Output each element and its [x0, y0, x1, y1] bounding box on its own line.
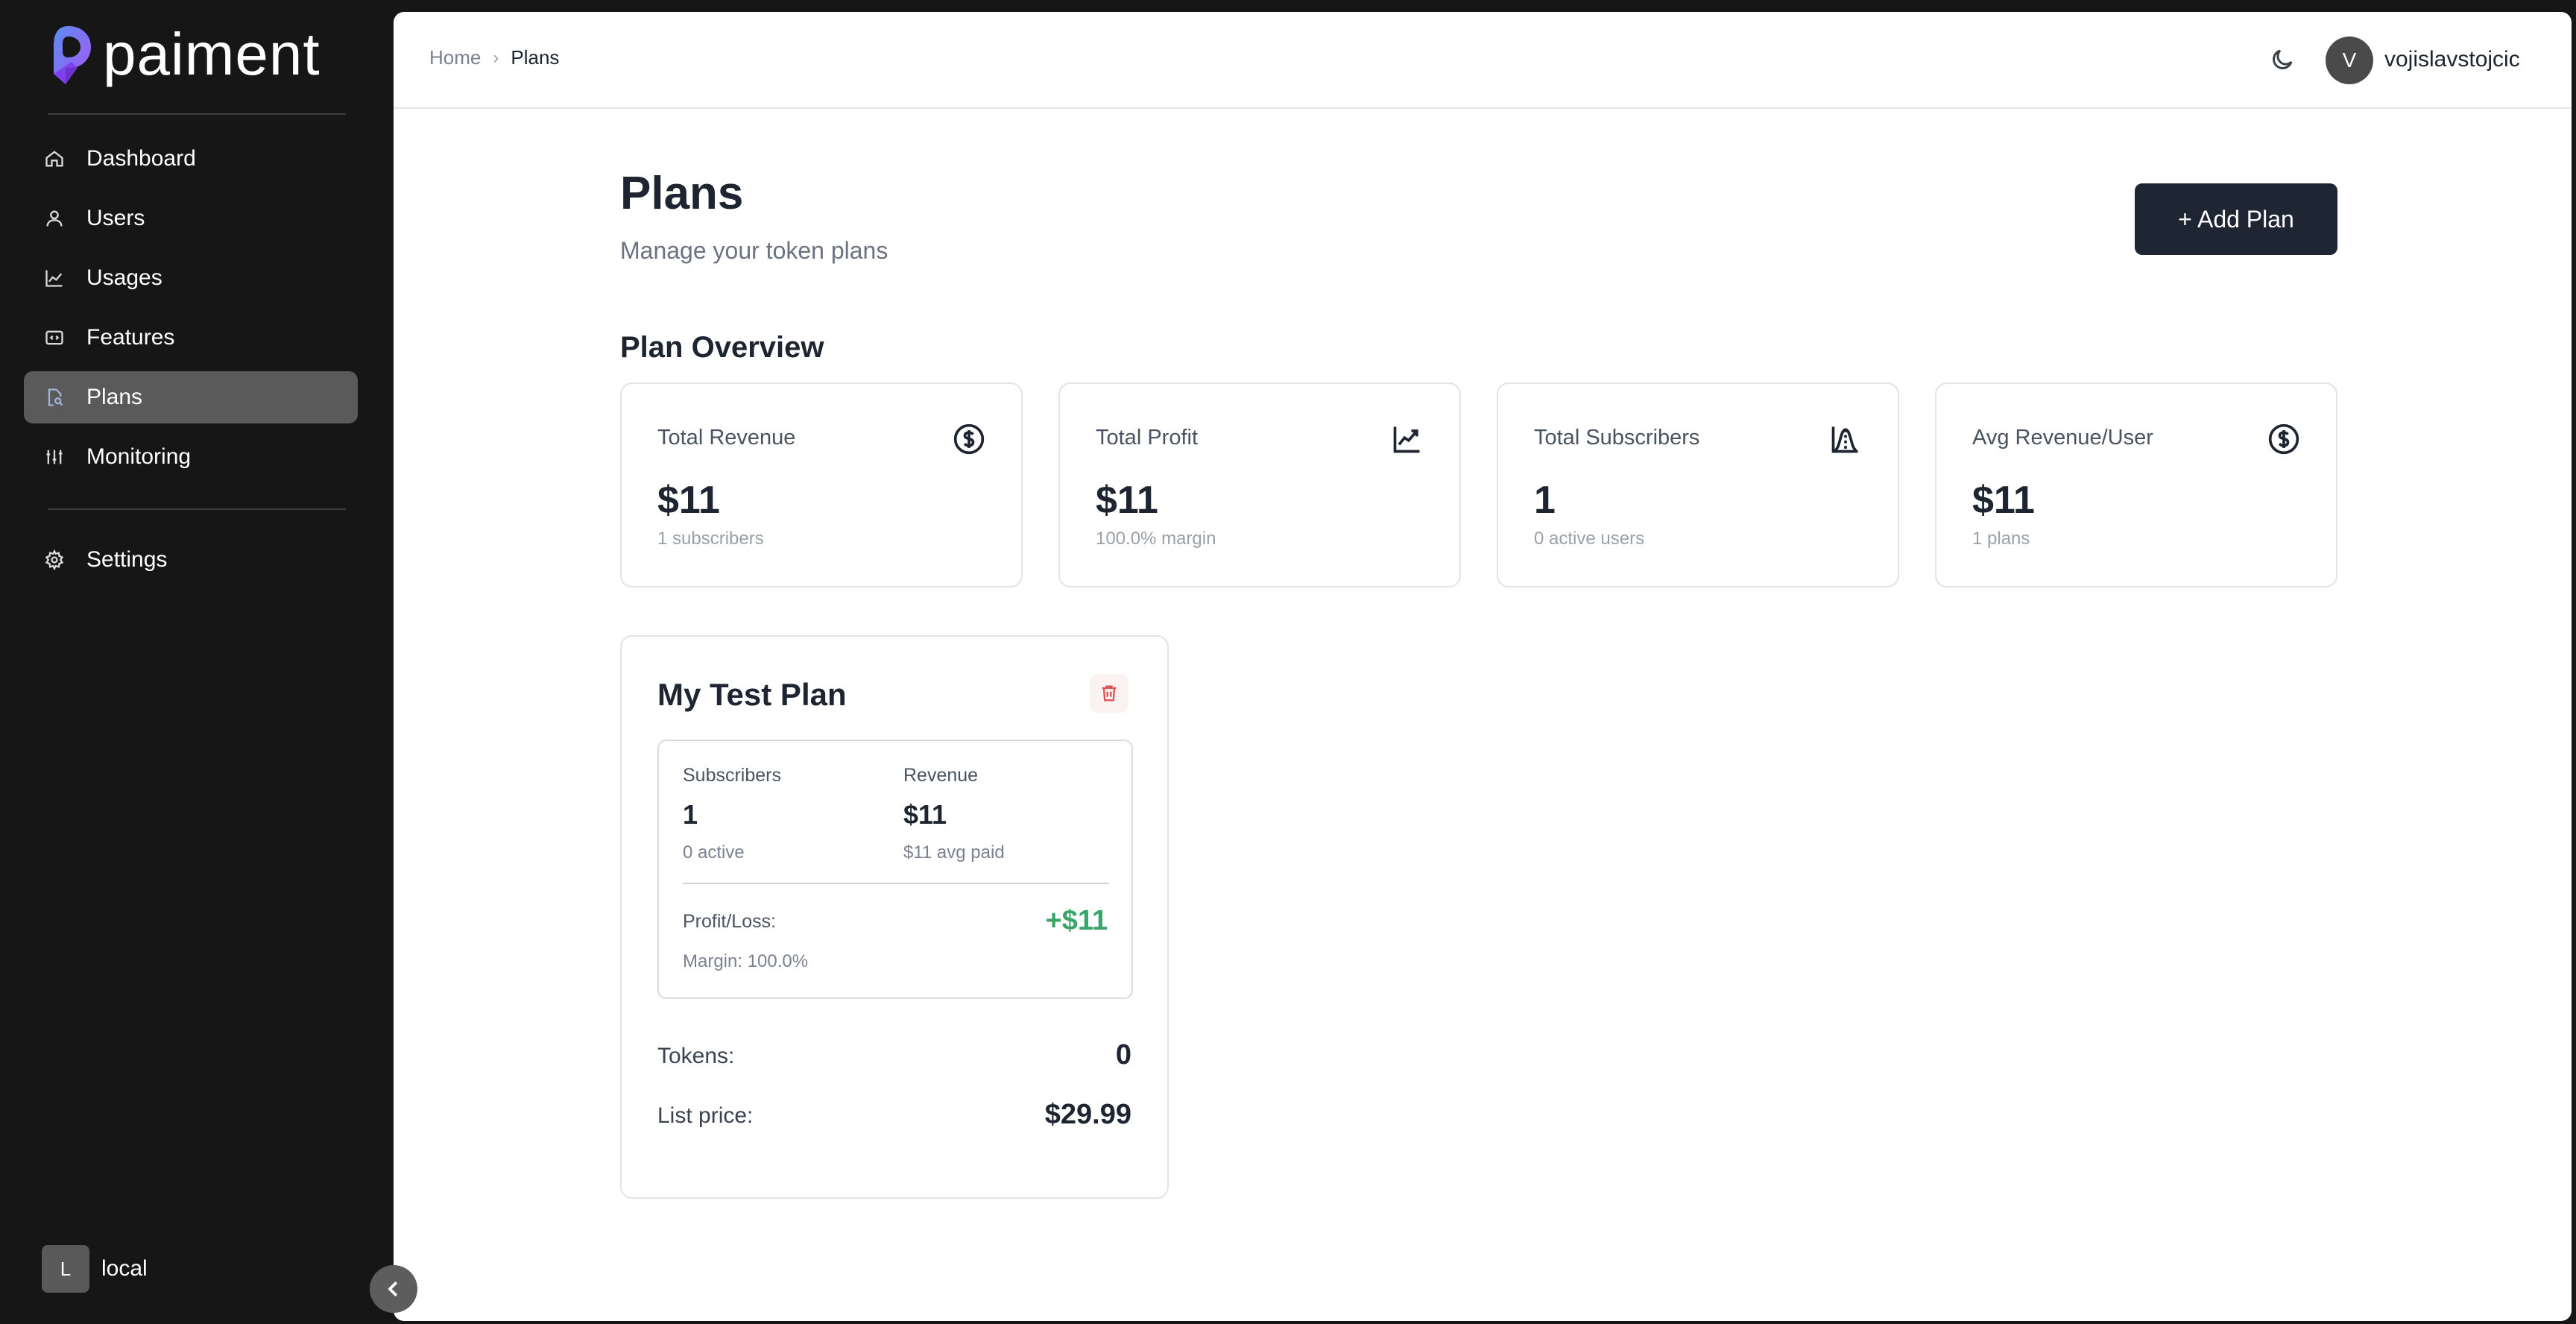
plan-metrics-box: Subscribers 1 0 active Revenue $11 $11 a…: [657, 740, 1133, 999]
sidebar-item-plans[interactable]: Plans: [24, 371, 358, 423]
overview-title: Plan Overview: [620, 331, 824, 364]
workspace-switcher[interactable]: L local: [42, 1245, 148, 1293]
sidebar-item-monitoring[interactable]: Monitoring: [24, 431, 358, 483]
stat-subtext: 0 active users: [1534, 529, 1645, 549]
brand-logo[interactable]: paiment: [43, 21, 321, 88]
workspace-avatar: L: [42, 1245, 89, 1293]
breadcrumb-separator: ›: [493, 47, 499, 68]
stat-card-total-profit: Total Profit $11 100.0% margin: [1058, 382, 1461, 587]
sidebar-item-label: Features: [86, 325, 175, 350]
revenue-value: $11: [903, 799, 947, 830]
revenue-subtext: $11 avg paid: [903, 842, 1005, 863]
stat-value: $11: [1096, 479, 1158, 522]
list-price-value: $29.99: [1044, 1099, 1131, 1130]
breadcrumb-current: Plans: [511, 46, 560, 69]
tokens-value: 0: [1115, 1039, 1131, 1071]
sidebar-item-usages[interactable]: Usages: [24, 252, 358, 304]
breadcrumb: Home › Plans: [429, 46, 559, 69]
collapse-sidebar-button[interactable]: [370, 1265, 417, 1313]
stat-title: Total Subscribers: [1534, 426, 1700, 450]
sidebar-item-label: Monitoring: [86, 444, 192, 469]
bell-curve-icon: [1829, 423, 1862, 455]
brand-name: paiment: [103, 21, 321, 87]
logo-mark-icon: [54, 26, 91, 84]
stat-value: $11: [1972, 479, 2035, 522]
sidebar-item-label: Settings: [86, 547, 168, 572]
stat-subtext: 100.0% margin: [1096, 529, 1216, 549]
stat-card-total-subscribers: Total Subscribers 1 0 active users: [1497, 382, 1899, 587]
sidebar: paiment Dashboard Users Usages Features …: [0, 0, 394, 1324]
main-content: Home › Plans V vojislavstojcic Plans Man…: [394, 12, 2572, 1321]
top-bar: Home › Plans V vojislavstojcic: [394, 12, 2572, 109]
profit-loss-label: Profit/Loss:: [683, 911, 777, 932]
user-icon: [43, 207, 66, 230]
chart-line-icon: [43, 267, 66, 289]
profit-loss-value: +$11: [1045, 905, 1108, 936]
stat-card-total-revenue: Total Revenue $11 1 subscribers: [620, 382, 1023, 587]
sidebar-item-users[interactable]: Users: [24, 192, 358, 245]
sidebar-item-label: Users: [86, 206, 145, 230]
add-plan-button[interactable]: + Add Plan: [2135, 183, 2337, 255]
home-icon: [43, 148, 66, 170]
file-search-icon: [43, 386, 66, 409]
user-avatar[interactable]: V: [2326, 37, 2373, 84]
stat-subtext: 1 plans: [1972, 529, 2030, 549]
delete-plan-button[interactable]: [1090, 674, 1128, 713]
trash-icon: [1102, 685, 1117, 702]
subscribers-subtext: 0 active: [683, 842, 745, 863]
sidebar-item-settings[interactable]: Settings: [24, 534, 358, 586]
margin-text: Margin: 100.0%: [683, 951, 809, 971]
sidebar-item-label: Plans: [86, 385, 143, 409]
workspace-name: local: [101, 1256, 148, 1281]
sliders-icon: [43, 446, 66, 468]
dollar-circle-icon: [2267, 423, 2300, 455]
user-name[interactable]: vojislavstojcic: [2384, 47, 2520, 72]
stat-card-avg-revenue-user: Avg Revenue/User $11 1 plans: [1935, 382, 2337, 587]
trending-up-icon: [1391, 423, 1424, 455]
stat-value: $11: [657, 479, 720, 522]
divider: [683, 883, 1109, 884]
list-price-label: List price:: [657, 1103, 754, 1128]
subscribers-value: 1: [683, 799, 698, 830]
stat-subtext: 1 subscribers: [657, 529, 764, 549]
dollar-circle-icon: [953, 423, 985, 455]
tokens-label: Tokens:: [657, 1044, 735, 1068]
plan-name: My Test Plan: [657, 677, 847, 712]
stat-title: Total Revenue: [657, 426, 796, 450]
plan-card[interactable]: My Test Plan Subscribers 1 0 active Reve…: [620, 635, 1169, 1199]
stat-title: Total Profit: [1096, 426, 1198, 450]
sidebar-item-label: Dashboard: [86, 146, 196, 171]
gear-icon: [43, 549, 66, 571]
page-title: Plans: [620, 168, 744, 219]
moon-icon: [2273, 49, 2293, 69]
sidebar-item-features[interactable]: Features: [24, 312, 358, 364]
stat-value: 1: [1534, 479, 1556, 522]
code-box-icon: [43, 327, 66, 349]
subscribers-label: Subscribers: [683, 765, 781, 786]
sidebar-item-label: Usages: [86, 265, 162, 290]
revenue-label: Revenue: [903, 765, 979, 786]
stat-title: Avg Revenue/User: [1972, 426, 2153, 450]
chevron-left-icon: [388, 1281, 398, 1297]
page-subtitle: Manage your token plans: [620, 237, 888, 264]
sidebar-item-dashboard[interactable]: Dashboard: [24, 133, 358, 185]
sidebar-divider: [48, 508, 346, 510]
breadcrumb-home-link[interactable]: Home: [429, 46, 481, 69]
sidebar-divider: [48, 113, 346, 115]
theme-toggle-button[interactable]: [2269, 46, 2296, 73]
